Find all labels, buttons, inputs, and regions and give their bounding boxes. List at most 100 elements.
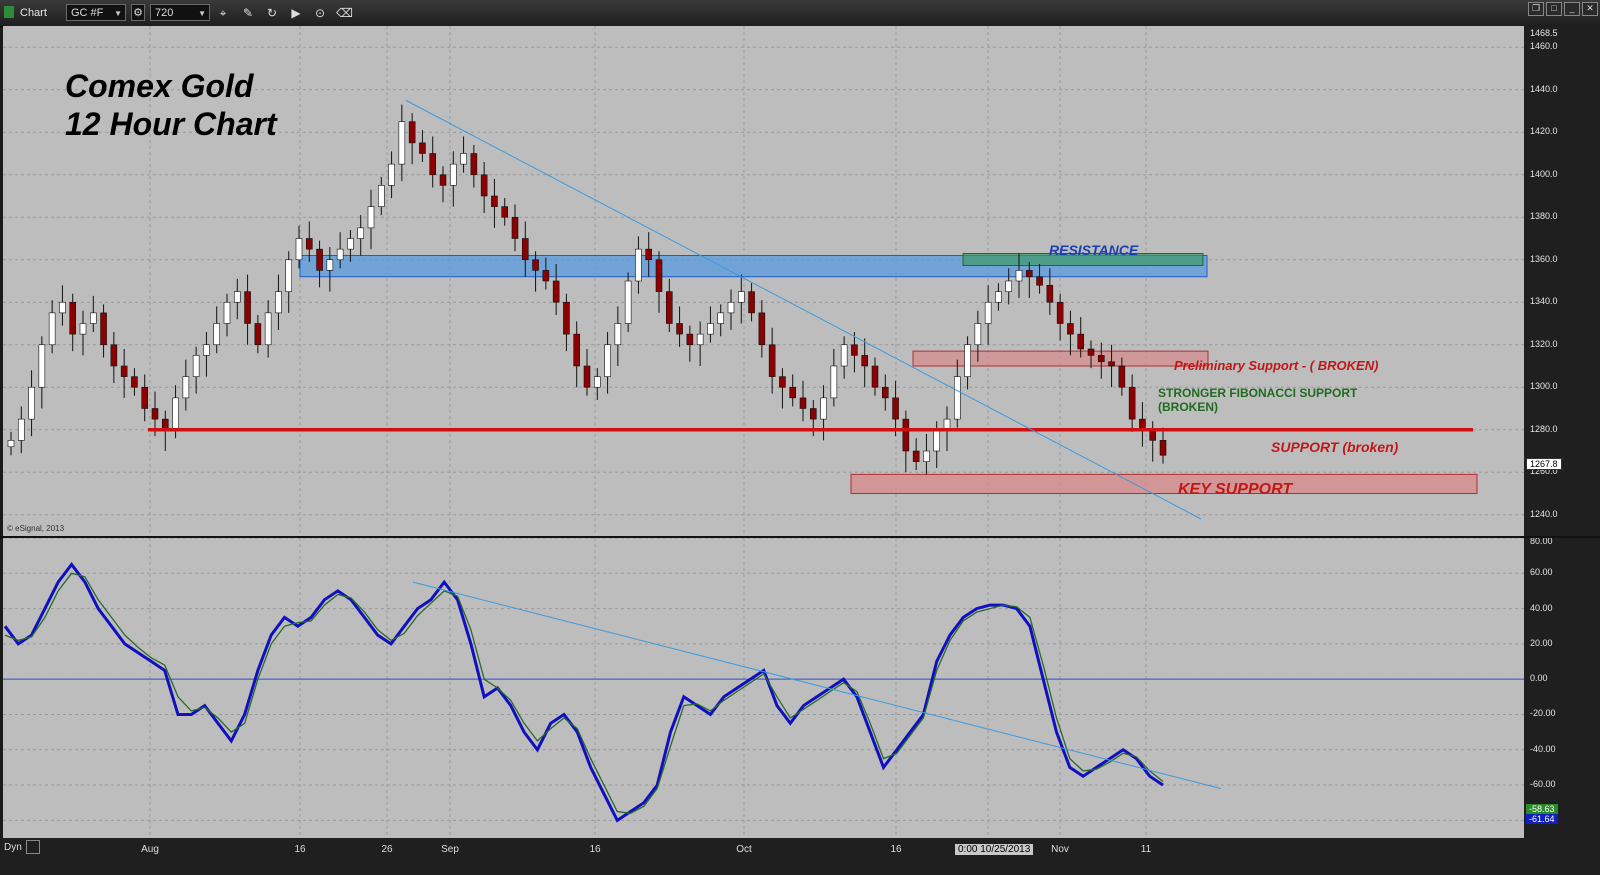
symbol-select[interactable]: GC #F ▼ bbox=[66, 4, 126, 21]
candle-body bbox=[429, 153, 437, 176]
window-title: Chart bbox=[20, 7, 47, 19]
interval-select[interactable]: 720 ▼ bbox=[150, 4, 210, 21]
candle-body bbox=[470, 153, 478, 176]
oscillator-tick-label: -40.00 bbox=[1530, 743, 1556, 754]
gear-icon[interactable]: ⚙ bbox=[131, 4, 145, 21]
candle-body bbox=[563, 301, 570, 335]
candle-body bbox=[840, 344, 848, 367]
axis-mode-icon[interactable] bbox=[26, 840, 40, 854]
candle-body bbox=[964, 344, 971, 377]
candle-body bbox=[614, 323, 622, 346]
close-icon[interactable]: ✕ bbox=[1582, 2, 1598, 16]
candle-body bbox=[1005, 280, 1013, 292]
price-scale[interactable]: 1240.0 1260.0 1280.0 1300.0 1320.0 1340.0 1360… bbox=[1524, 26, 1600, 536]
chart-app-icon bbox=[4, 6, 14, 18]
support-broken-label: SUPPORT (broken) bbox=[1271, 439, 1399, 455]
candle-body bbox=[542, 270, 550, 282]
candle-body bbox=[583, 365, 591, 388]
candle-body bbox=[1097, 355, 1105, 363]
candle-body bbox=[316, 248, 323, 271]
candle-body bbox=[1067, 323, 1074, 335]
chart-title-line1: Comex Gold bbox=[65, 68, 254, 104]
candle-body bbox=[69, 301, 77, 335]
zoom-icon[interactable]: ⊙ bbox=[312, 5, 328, 21]
last-price-tag: 1267.8 bbox=[1526, 458, 1562, 470]
candle-body bbox=[902, 418, 910, 452]
candle-body bbox=[398, 121, 406, 165]
oscillator-pane[interactable] bbox=[3, 538, 1524, 838]
price-tick-label: 1320.0 bbox=[1530, 338, 1558, 349]
candle-body bbox=[923, 450, 930, 462]
candle-body bbox=[326, 259, 334, 271]
candle-body bbox=[336, 248, 344, 261]
candle-body bbox=[59, 301, 66, 314]
play-icon[interactable]: ▶ bbox=[288, 5, 304, 21]
candle-body bbox=[388, 163, 395, 186]
price-pane[interactable]: Comex Gold 12 Hour Chart © eSignal, 2013… bbox=[3, 26, 1524, 536]
price-tick-label: 1340.0 bbox=[1530, 296, 1558, 307]
candle-body bbox=[717, 312, 725, 324]
candle-body bbox=[1128, 386, 1136, 420]
eraser-icon[interactable]: ⌫ bbox=[336, 5, 353, 21]
symbol-value: GC #F bbox=[71, 7, 104, 19]
minimize-icon[interactable]: _ bbox=[1564, 2, 1580, 16]
candle-body bbox=[1077, 333, 1085, 350]
price-tick-label: 1300.0 bbox=[1530, 381, 1558, 392]
price-tick-label: 1380.0 bbox=[1530, 211, 1558, 222]
candle-body bbox=[141, 386, 149, 409]
candle-body bbox=[655, 259, 663, 292]
candle-body bbox=[1056, 301, 1064, 324]
candle-body bbox=[100, 312, 107, 346]
restore-icon[interactable]: ❐ bbox=[1528, 2, 1544, 16]
cursor-icon[interactable]: ⌖ bbox=[215, 5, 231, 21]
candle-body bbox=[408, 121, 416, 144]
pane-divider[interactable] bbox=[0, 536, 1600, 538]
chevron-down-icon: ▼ bbox=[114, 9, 122, 18]
time-axis-label: Aug bbox=[141, 844, 159, 855]
price-tick-label: 1360.0 bbox=[1530, 253, 1558, 264]
candle-body bbox=[501, 206, 509, 218]
candle-body bbox=[213, 323, 221, 346]
oscillator-chart bbox=[3, 538, 1524, 838]
oscillator-trendline bbox=[412, 581, 1222, 790]
candle-body bbox=[696, 333, 704, 346]
time-axis[interactable]: Dyn Aug 16 26 Sep 16 Oct 16 0:00 10/25/2013 Nov 1… bbox=[0, 838, 1600, 875]
candle-body bbox=[768, 344, 776, 377]
candle-body bbox=[851, 344, 858, 356]
candle-body bbox=[871, 365, 879, 388]
oscillator-scale[interactable]: 60.00 40.00 20.00 0.00 -20.00 -40.00 -60.00 80.… bbox=[1524, 536, 1600, 838]
candle-body bbox=[377, 185, 385, 207]
time-axis-label: 11 bbox=[1140, 844, 1152, 855]
candle-body bbox=[809, 408, 817, 420]
candle-body bbox=[665, 291, 673, 324]
refresh-icon[interactable]: ↻ bbox=[264, 5, 280, 21]
candle-body bbox=[28, 386, 35, 420]
candle-body bbox=[1036, 276, 1043, 286]
candle-body bbox=[737, 291, 745, 303]
top-price-label: 1468.5 bbox=[1530, 28, 1558, 38]
key-support-zone bbox=[850, 473, 1478, 494]
candle-body bbox=[254, 323, 262, 346]
oscillator-tick-label: -20.00 bbox=[1530, 708, 1556, 719]
candle-body bbox=[789, 386, 797, 399]
oscillator-tick-label: 20.00 bbox=[1530, 637, 1553, 648]
candle-body bbox=[511, 216, 519, 239]
candle-body bbox=[635, 248, 642, 282]
candle-body bbox=[974, 323, 982, 346]
oscillator-tick-label: 60.00 bbox=[1530, 567, 1553, 578]
candle-body bbox=[347, 238, 354, 250]
oscillator-tick-label: -60.00 bbox=[1530, 779, 1556, 790]
oscillator-value-green: -58.63 bbox=[1526, 804, 1558, 814]
candle-body bbox=[892, 397, 899, 420]
maximize-icon[interactable]: □ bbox=[1546, 2, 1562, 16]
candle-body bbox=[820, 397, 827, 420]
time-axis-label: Nov bbox=[1051, 844, 1069, 855]
price-tick-label: 1280.0 bbox=[1530, 423, 1558, 434]
oscillator-tick-label: 40.00 bbox=[1530, 602, 1553, 613]
candle-body bbox=[38, 344, 46, 388]
candle-body bbox=[1015, 270, 1023, 282]
time-axis-label: 16 bbox=[589, 844, 601, 855]
candle-body bbox=[233, 291, 241, 303]
candle-body bbox=[223, 301, 231, 324]
pencil-icon[interactable]: ✎ bbox=[240, 5, 256, 21]
